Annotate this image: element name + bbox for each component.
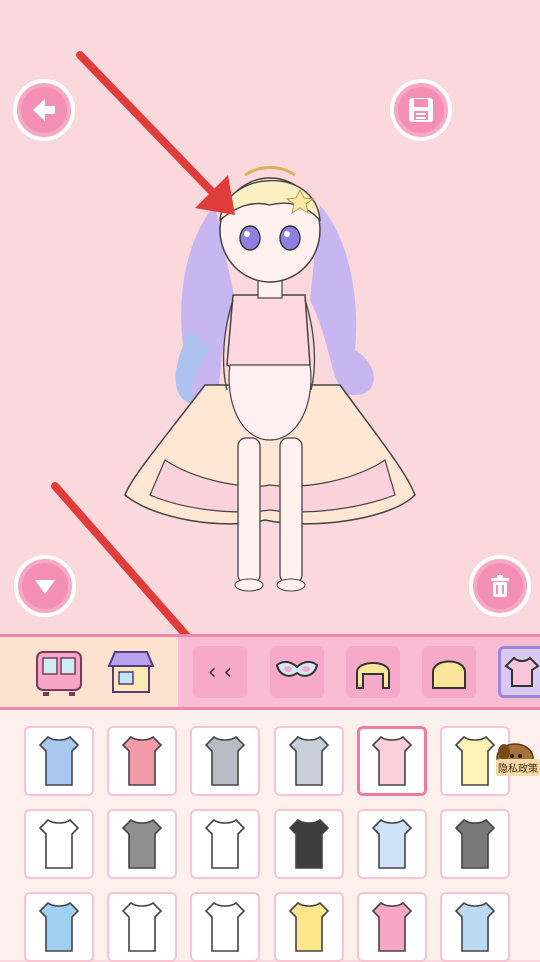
save-button[interactable] <box>390 79 452 141</box>
delete-button[interactable] <box>469 555 531 617</box>
floppy-disk-icon <box>409 98 433 122</box>
grey-suit-icon <box>288 735 330 786</box>
clothing-item-grey-corset[interactable] <box>440 809 510 879</box>
category-mask[interactable] <box>270 646 324 698</box>
clothing-item-watermelon-dress[interactable] <box>107 726 177 796</box>
clothing-item-grey-vest[interactable] <box>190 726 260 796</box>
clothing-item-strawberry-tee[interactable] <box>107 892 177 962</box>
clothing-item-black-vest[interactable] <box>274 809 344 879</box>
clothing-item-plaid-tie-top[interactable] <box>357 809 427 879</box>
strawberry-tee-icon <box>121 901 163 952</box>
clothing-item-pink-frill-dress[interactable] <box>357 726 427 796</box>
grey-vest-icon <box>204 735 246 786</box>
wardrobe-button[interactable] <box>32 647 86 699</box>
category-hair-front[interactable] <box>346 646 400 698</box>
grey-corset-icon <box>454 818 496 869</box>
plaid-shirt-icon <box>454 901 496 952</box>
clothing-item-white-bandeau[interactable] <box>190 809 260 879</box>
striped-cami-icon <box>121 818 163 869</box>
mask-icon <box>275 660 319 677</box>
clothing-item-polka-tee[interactable] <box>274 892 344 962</box>
clothing-item-grey-suit[interactable] <box>274 726 344 796</box>
shop-icon <box>107 651 155 693</box>
heart-cami-icon <box>371 901 413 952</box>
wardrobe-icon <box>36 651 82 696</box>
triangle-down-icon <box>35 580 55 594</box>
white-wrap-icon <box>204 901 246 952</box>
hair-front-icon <box>356 662 390 689</box>
white-crop-top-icon <box>38 818 80 869</box>
collapse-button[interactable] <box>14 555 76 617</box>
privacy-policy-label[interactable]: 隐私政策 <box>496 759 540 776</box>
category-toolbar: ‹ ‹ <box>0 634 540 710</box>
clothing-item-striped-tank[interactable] <box>24 892 94 962</box>
top-shirt-icon <box>504 656 540 687</box>
red-arrow-annotation <box>76 51 235 215</box>
pink-frill-dress-icon <box>371 735 413 786</box>
watermelon-dress-icon <box>121 735 163 786</box>
category-eyebrows[interactable]: ‹ ‹ <box>193 646 247 698</box>
eyebrows-icon: ‹ ‹ <box>207 659 233 685</box>
black-vest-icon <box>288 818 330 869</box>
clothing-item-denim-top[interactable] <box>24 726 94 796</box>
category-hair-back[interactable] <box>422 646 476 698</box>
clothing-item-plaid-shirt[interactable] <box>440 892 510 962</box>
trash-icon <box>491 575 509 597</box>
denim-top-icon <box>38 735 80 786</box>
clothing-item-white-crop-top[interactable] <box>24 809 94 879</box>
white-bandeau-icon <box>204 818 246 869</box>
clothing-item-white-wrap[interactable] <box>190 892 260 962</box>
striped-tank-icon <box>38 901 80 952</box>
clothing-item-heart-cami[interactable] <box>357 892 427 962</box>
back-button[interactable] <box>13 79 75 141</box>
shop-button[interactable] <box>104 647 158 699</box>
hair-back-icon <box>432 660 466 689</box>
arrow-left-icon <box>33 99 55 121</box>
plaid-tie-top-icon <box>371 818 413 869</box>
category-tops[interactable] <box>498 646 540 698</box>
polka-tee-icon <box>288 901 330 952</box>
clothing-item-striped-cami[interactable] <box>107 809 177 879</box>
